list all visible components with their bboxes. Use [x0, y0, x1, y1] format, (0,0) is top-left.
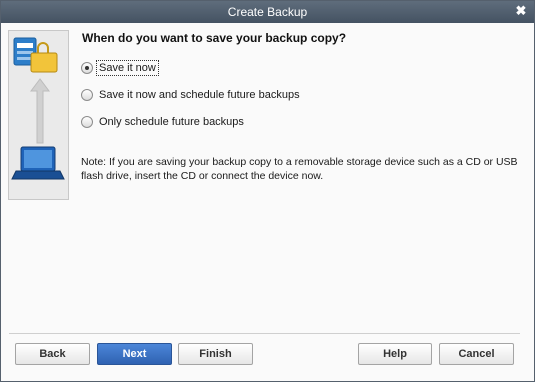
- radio-save-now[interactable]: [81, 62, 93, 74]
- removable-device-note: Note: If you are saving your backup copy…: [81, 156, 518, 182]
- finish-button[interactable]: Finish: [178, 343, 253, 365]
- laptop-icon: [11, 146, 65, 180]
- option-label: Only schedule future backups: [99, 116, 244, 128]
- option-save-and-schedule[interactable]: Save it now and schedule future backups: [81, 87, 302, 103]
- help-button[interactable]: Help: [358, 343, 432, 365]
- cancel-button[interactable]: Cancel: [439, 343, 514, 365]
- next-button[interactable]: Next: [97, 343, 172, 365]
- up-arrow-icon: [30, 78, 50, 144]
- create-backup-dialog: Create Backup ✖ When do you want to save…: [0, 0, 535, 382]
- title-bar: Create Backup ✖: [1, 1, 534, 23]
- option-label: Save it now: [96, 60, 159, 76]
- radio-schedule-only[interactable]: [81, 116, 93, 128]
- footer-divider: [9, 333, 520, 334]
- option-schedule-only[interactable]: Only schedule future backups: [81, 114, 246, 130]
- option-save-now[interactable]: Save it now: [81, 60, 159, 76]
- option-label: Save it now and schedule future backups: [99, 89, 300, 101]
- radio-save-and-schedule[interactable]: [81, 89, 93, 101]
- close-icon[interactable]: ✖: [514, 4, 528, 18]
- illustration-panel: [8, 30, 69, 200]
- window-title: Create Backup: [227, 5, 308, 19]
- question-heading: When do you want to save your backup cop…: [82, 31, 347, 45]
- backup-illustration: [11, 37, 65, 180]
- back-button[interactable]: Back: [15, 343, 90, 365]
